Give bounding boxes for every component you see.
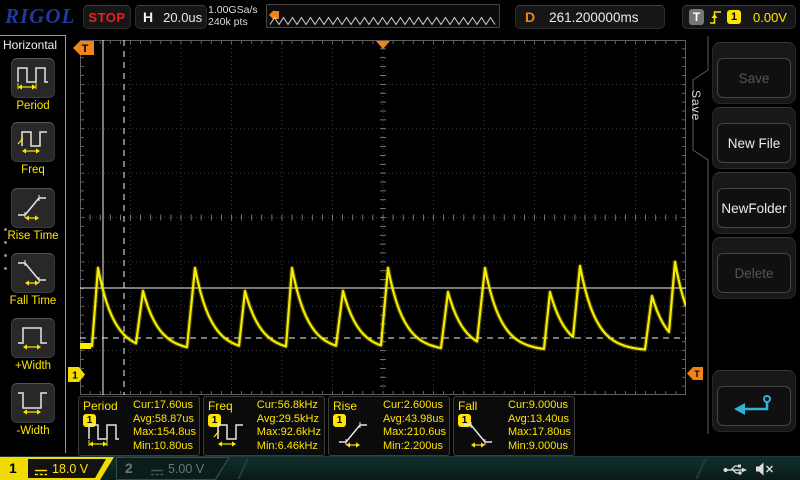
menu-item-fall-time[interactable]: Fall Time xyxy=(0,253,66,307)
menu-scroll-dots xyxy=(4,228,7,280)
t-label: T xyxy=(689,9,704,25)
trigger-position-marker[interactable] xyxy=(376,41,390,49)
rise-time-icon xyxy=(337,418,371,453)
menu-item-pwidth[interactable]: +Width xyxy=(0,318,66,372)
delete-button[interactable]: Delete xyxy=(712,237,796,299)
waveform-display xyxy=(79,39,689,396)
new-folder-button[interactable]: NewFolder xyxy=(712,172,796,234)
period-max: Max:154.8us xyxy=(133,426,196,438)
pwidth-icon xyxy=(16,321,50,356)
rise-max: Max:210.6us xyxy=(383,426,446,438)
channel-1-scale: 18.0 V xyxy=(52,462,89,476)
top-status-bar: RIGOL STOP H 20.0us 1.00GSa/s 240k pts D… xyxy=(0,0,800,32)
period-min: Min:10.80us xyxy=(133,439,193,452)
menu-tab-label: Save xyxy=(689,90,703,122)
period-avg: Avg:58.87us xyxy=(133,412,194,425)
fall-time-icon xyxy=(16,256,50,291)
channel-2-number: 2 xyxy=(125,460,133,476)
freq-max: Max:92.6kHz xyxy=(256,426,321,438)
nwidth-icon xyxy=(16,386,50,421)
coupling-dc-icon xyxy=(34,464,48,480)
svg-text:T: T xyxy=(82,43,89,55)
menu-item-period[interactable]: Period xyxy=(0,58,66,112)
measurement-panel-fall[interactable]: Fall 1 Cur:9.000us Avg:13.40us Max:17.80… xyxy=(453,396,575,456)
menu-item-rise-time[interactable]: Rise Time xyxy=(0,188,66,242)
freq-cur: Cur:56.8kHz xyxy=(256,399,318,411)
channel-1-number: 1 xyxy=(9,460,17,476)
freq-avg: Avg:29.5kHz xyxy=(256,412,319,425)
run-state-indicator[interactable]: STOP xyxy=(83,5,131,29)
coupling-dc-icon xyxy=(150,464,164,480)
delay-chip[interactable]: D 261.200000ms xyxy=(515,5,665,29)
measurement-panel-rise[interactable]: Rise 1 Cur:2.600us Avg:43.98us Max:210.6… xyxy=(328,396,450,456)
trigger-source-badge: 1 xyxy=(727,10,741,24)
acquisition-info: 1.00GSa/s 240k pts xyxy=(208,4,258,28)
freq-min: Min:6.46kHz xyxy=(256,439,318,452)
channel-2-button[interactable]: 2 5.00 V xyxy=(116,457,230,480)
delay-value: 261.200000ms xyxy=(549,9,639,25)
period-icon xyxy=(87,418,121,453)
fall-min: Min:9.000us xyxy=(508,439,568,452)
fall-max: Max:17.80us xyxy=(508,426,571,438)
graticule-canvas xyxy=(79,39,689,396)
oscilloscope-screen: RIGOL STOP H 20.0us 1.00GSa/s 240k pts D… xyxy=(0,0,800,480)
rise-avg: Avg:43.98us xyxy=(383,412,444,425)
h-label: H xyxy=(143,9,154,25)
d-label: D xyxy=(525,9,536,25)
trigger-chip[interactable]: T 1 0.00V xyxy=(682,5,796,29)
horizontal-timebase-chip[interactable]: H 20.0us xyxy=(135,5,207,29)
empty-slot-divider xyxy=(695,459,707,479)
menu-item-freq[interactable]: Freq xyxy=(0,122,66,176)
period-cur: Cur:17.60us xyxy=(133,399,193,411)
back-button[interactable] xyxy=(712,370,796,432)
sample-rate: 1.00GSa/s xyxy=(208,4,258,16)
channel-2-scale: 5.00 V xyxy=(168,462,205,476)
left-measure-menu: Horizontal Period Freq Rise Time Fall Ti… xyxy=(0,32,67,456)
rise-time-icon xyxy=(16,191,50,226)
timebase-value: 20.0us xyxy=(163,9,203,25)
trigger-level-value: 0.00V xyxy=(753,9,787,25)
freq-icon xyxy=(16,125,50,160)
return-icon xyxy=(731,392,777,421)
fall-time-icon xyxy=(462,418,496,453)
preview-waveform xyxy=(269,16,496,26)
memory-waveform-preview[interactable] xyxy=(266,4,500,28)
menu-item-nwidth[interactable]: -Width xyxy=(0,383,66,437)
left-menu-title: Horizontal xyxy=(3,38,58,52)
run-state-label: STOP xyxy=(88,9,126,25)
freq-icon xyxy=(212,418,246,453)
channel-status-bar: 1 18.0 V 2 5.00 V xyxy=(0,456,800,480)
new-file-button[interactable]: New File xyxy=(712,107,796,169)
save-menu: Save Save New File NewFolder Delete xyxy=(688,32,800,456)
trigger-time-marker[interactable]: T xyxy=(73,40,95,61)
measurement-panel-freq[interactable]: Freq 1 Cur:56.8kHz Avg:29.5kHz Max:92.6k… xyxy=(203,396,325,456)
usb-icon xyxy=(723,462,747,480)
edge-trigger-icon xyxy=(709,9,722,26)
save-button[interactable]: Save xyxy=(712,42,796,104)
measurement-panel-period[interactable]: Period 1 Cur:17.60us Avg:58.87us Max:154… xyxy=(78,396,200,456)
fall-avg: Avg:13.40us xyxy=(508,412,569,425)
period-icon xyxy=(16,61,50,96)
rise-min: Min:2.200us xyxy=(383,439,443,452)
svg-text:1: 1 xyxy=(72,371,78,382)
rise-cur: Cur:2.600us xyxy=(383,399,443,411)
channel1-level-marker[interactable]: 1 xyxy=(68,367,86,387)
rigol-logo: RIGOL xyxy=(5,4,76,28)
channel-1-button[interactable]: 1 18.0 V xyxy=(0,457,114,480)
empty-slot-divider xyxy=(237,459,249,479)
fall-cur: Cur:9.000us xyxy=(508,399,568,411)
speaker-muted-icon xyxy=(755,462,774,480)
memory-depth: 240k pts xyxy=(208,16,248,28)
